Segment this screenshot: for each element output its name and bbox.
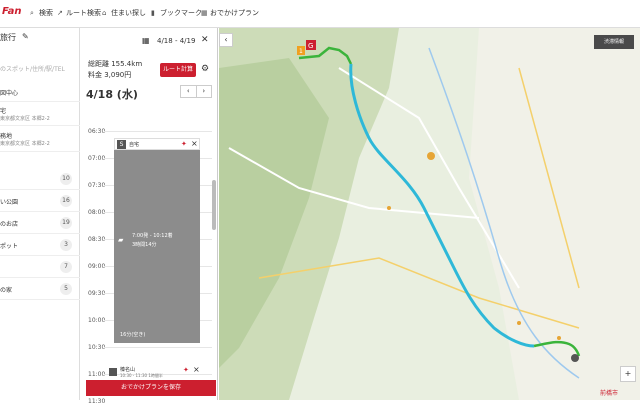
poi-marker[interactable] xyxy=(517,321,521,325)
car-icon: ▰ xyxy=(118,236,124,244)
map-canvas: G 1 xyxy=(219,28,640,400)
day-title: 4/18 (水) xyxy=(86,88,138,101)
poi-marker[interactable] xyxy=(557,336,561,340)
count-badge: 10 xyxy=(60,173,72,185)
nav-search[interactable]: ⌕ 検索 xyxy=(30,8,53,18)
zoom-button[interactable]: + xyxy=(620,366,636,382)
plan-dates: 4/18 - 4/19 xyxy=(157,37,196,45)
map-center-item[interactable]: 図中心 xyxy=(0,80,80,102)
count-badge: 16 xyxy=(60,195,72,207)
category-item[interactable]: 10 xyxy=(0,168,80,190)
count-badge: 19 xyxy=(60,217,72,229)
count-badge: 5 xyxy=(60,283,72,295)
gear-icon[interactable]: ⚙ xyxy=(201,64,209,74)
start-icon: S xyxy=(117,140,126,149)
bookmark-icon: ▮ xyxy=(151,8,155,17)
schedule-block[interactable]: S 自宅 ✦ × ▰ 7:00発 - 10:12着 3時間14分 16分(空き) xyxy=(114,138,200,343)
toll-fee: 料金 3,090円 xyxy=(88,71,132,79)
house-icon: ⌂ xyxy=(102,8,107,17)
category-item[interactable]: い公園 16 xyxy=(0,190,80,212)
close-icon[interactable]: × xyxy=(193,365,200,374)
spot-icon xyxy=(109,368,117,376)
next-spot-name: 榛名山 xyxy=(120,367,136,373)
top-bar: Fan ⌕ 検索 ↗ ルート検索 ⌂ 住まい探し ▮ ブックマーク ▦ おでかけプラン xyxy=(0,0,640,28)
pin-icon[interactable]: ✦ xyxy=(183,366,189,374)
logo[interactable]: Fan xyxy=(2,6,22,17)
calendar-icon[interactable]: ▦ xyxy=(142,36,150,45)
home-item[interactable]: 宅 東京都文京区 本郷2-2 xyxy=(0,102,80,126)
next-spot-time: 10:30 - 11:30 1時間半 xyxy=(120,373,163,378)
close-icon[interactable]: ✕ xyxy=(201,35,209,45)
route-icon: ↗ xyxy=(57,8,63,17)
nav-route-search[interactable]: ↗ ルート検索 xyxy=(57,8,101,18)
trip-title: 旅行 xyxy=(0,33,16,42)
map-scale: 前橋市 xyxy=(600,390,619,397)
close-icon[interactable]: × xyxy=(191,139,198,148)
poi-marker[interactable] xyxy=(427,152,435,160)
goal-letter: G xyxy=(308,42,313,50)
pin-icon[interactable]: ✦ xyxy=(181,140,187,148)
left-panel: 旅行 ✎ のスポット/住所/駅/TEL 図中心 宅 東京都文京区 本郷2-2 務… xyxy=(0,28,80,400)
traffic-button[interactable]: 渋滞情報 xyxy=(594,35,634,49)
chevron-right-icon[interactable]: › xyxy=(197,86,212,97)
pencil-icon[interactable]: ✎ xyxy=(22,32,29,41)
category-item[interactable]: 7 xyxy=(0,256,80,278)
route-calc-button[interactable]: ルート計算 xyxy=(160,63,196,77)
category-item[interactable]: ポット 3 xyxy=(0,234,80,256)
save-plan-button[interactable]: おでかけプランを保存 xyxy=(86,380,216,396)
search-icon: ⌕ xyxy=(30,8,34,17)
nav-bookmark[interactable]: ▮ ブックマーク xyxy=(151,8,202,18)
category-item[interactable]: の家 5 xyxy=(0,278,80,300)
nav-outing-plan[interactable]: ▦ おでかけプラン xyxy=(201,8,259,18)
search-input[interactable]: のスポット/住所/駅/TEL xyxy=(0,64,65,73)
scrollbar[interactable] xyxy=(212,180,216,230)
plan-panel: ▦ 4/18 - 4/19 ✕ 総距離 155.4km 料金 3,090円 ルー… xyxy=(80,28,218,405)
category-item[interactable]: のお店 19 xyxy=(0,212,80,234)
total-distance: 総距離 155.4km xyxy=(88,60,143,68)
count-badge: 3 xyxy=(60,239,72,251)
map[interactable]: G 1 xyxy=(219,28,640,400)
count-badge: 7 xyxy=(60,261,72,273)
collapse-panel-button[interactable]: ‹ xyxy=(219,33,233,47)
spot-number: 1 xyxy=(299,48,303,55)
calendar-icon: ▦ xyxy=(201,8,208,17)
poi-marker[interactable] xyxy=(387,206,391,210)
work-item[interactable]: 務地 東京都文京区 本郷2-2 xyxy=(0,126,80,152)
day-pager: ‹ › xyxy=(180,85,212,98)
start-marker[interactable] xyxy=(571,354,579,362)
nav-housing[interactable]: ⌂ 住まい探し xyxy=(102,8,146,18)
chevron-left-icon[interactable]: ‹ xyxy=(181,86,197,97)
start-item[interactable]: S 自宅 ✦ × xyxy=(114,138,200,150)
